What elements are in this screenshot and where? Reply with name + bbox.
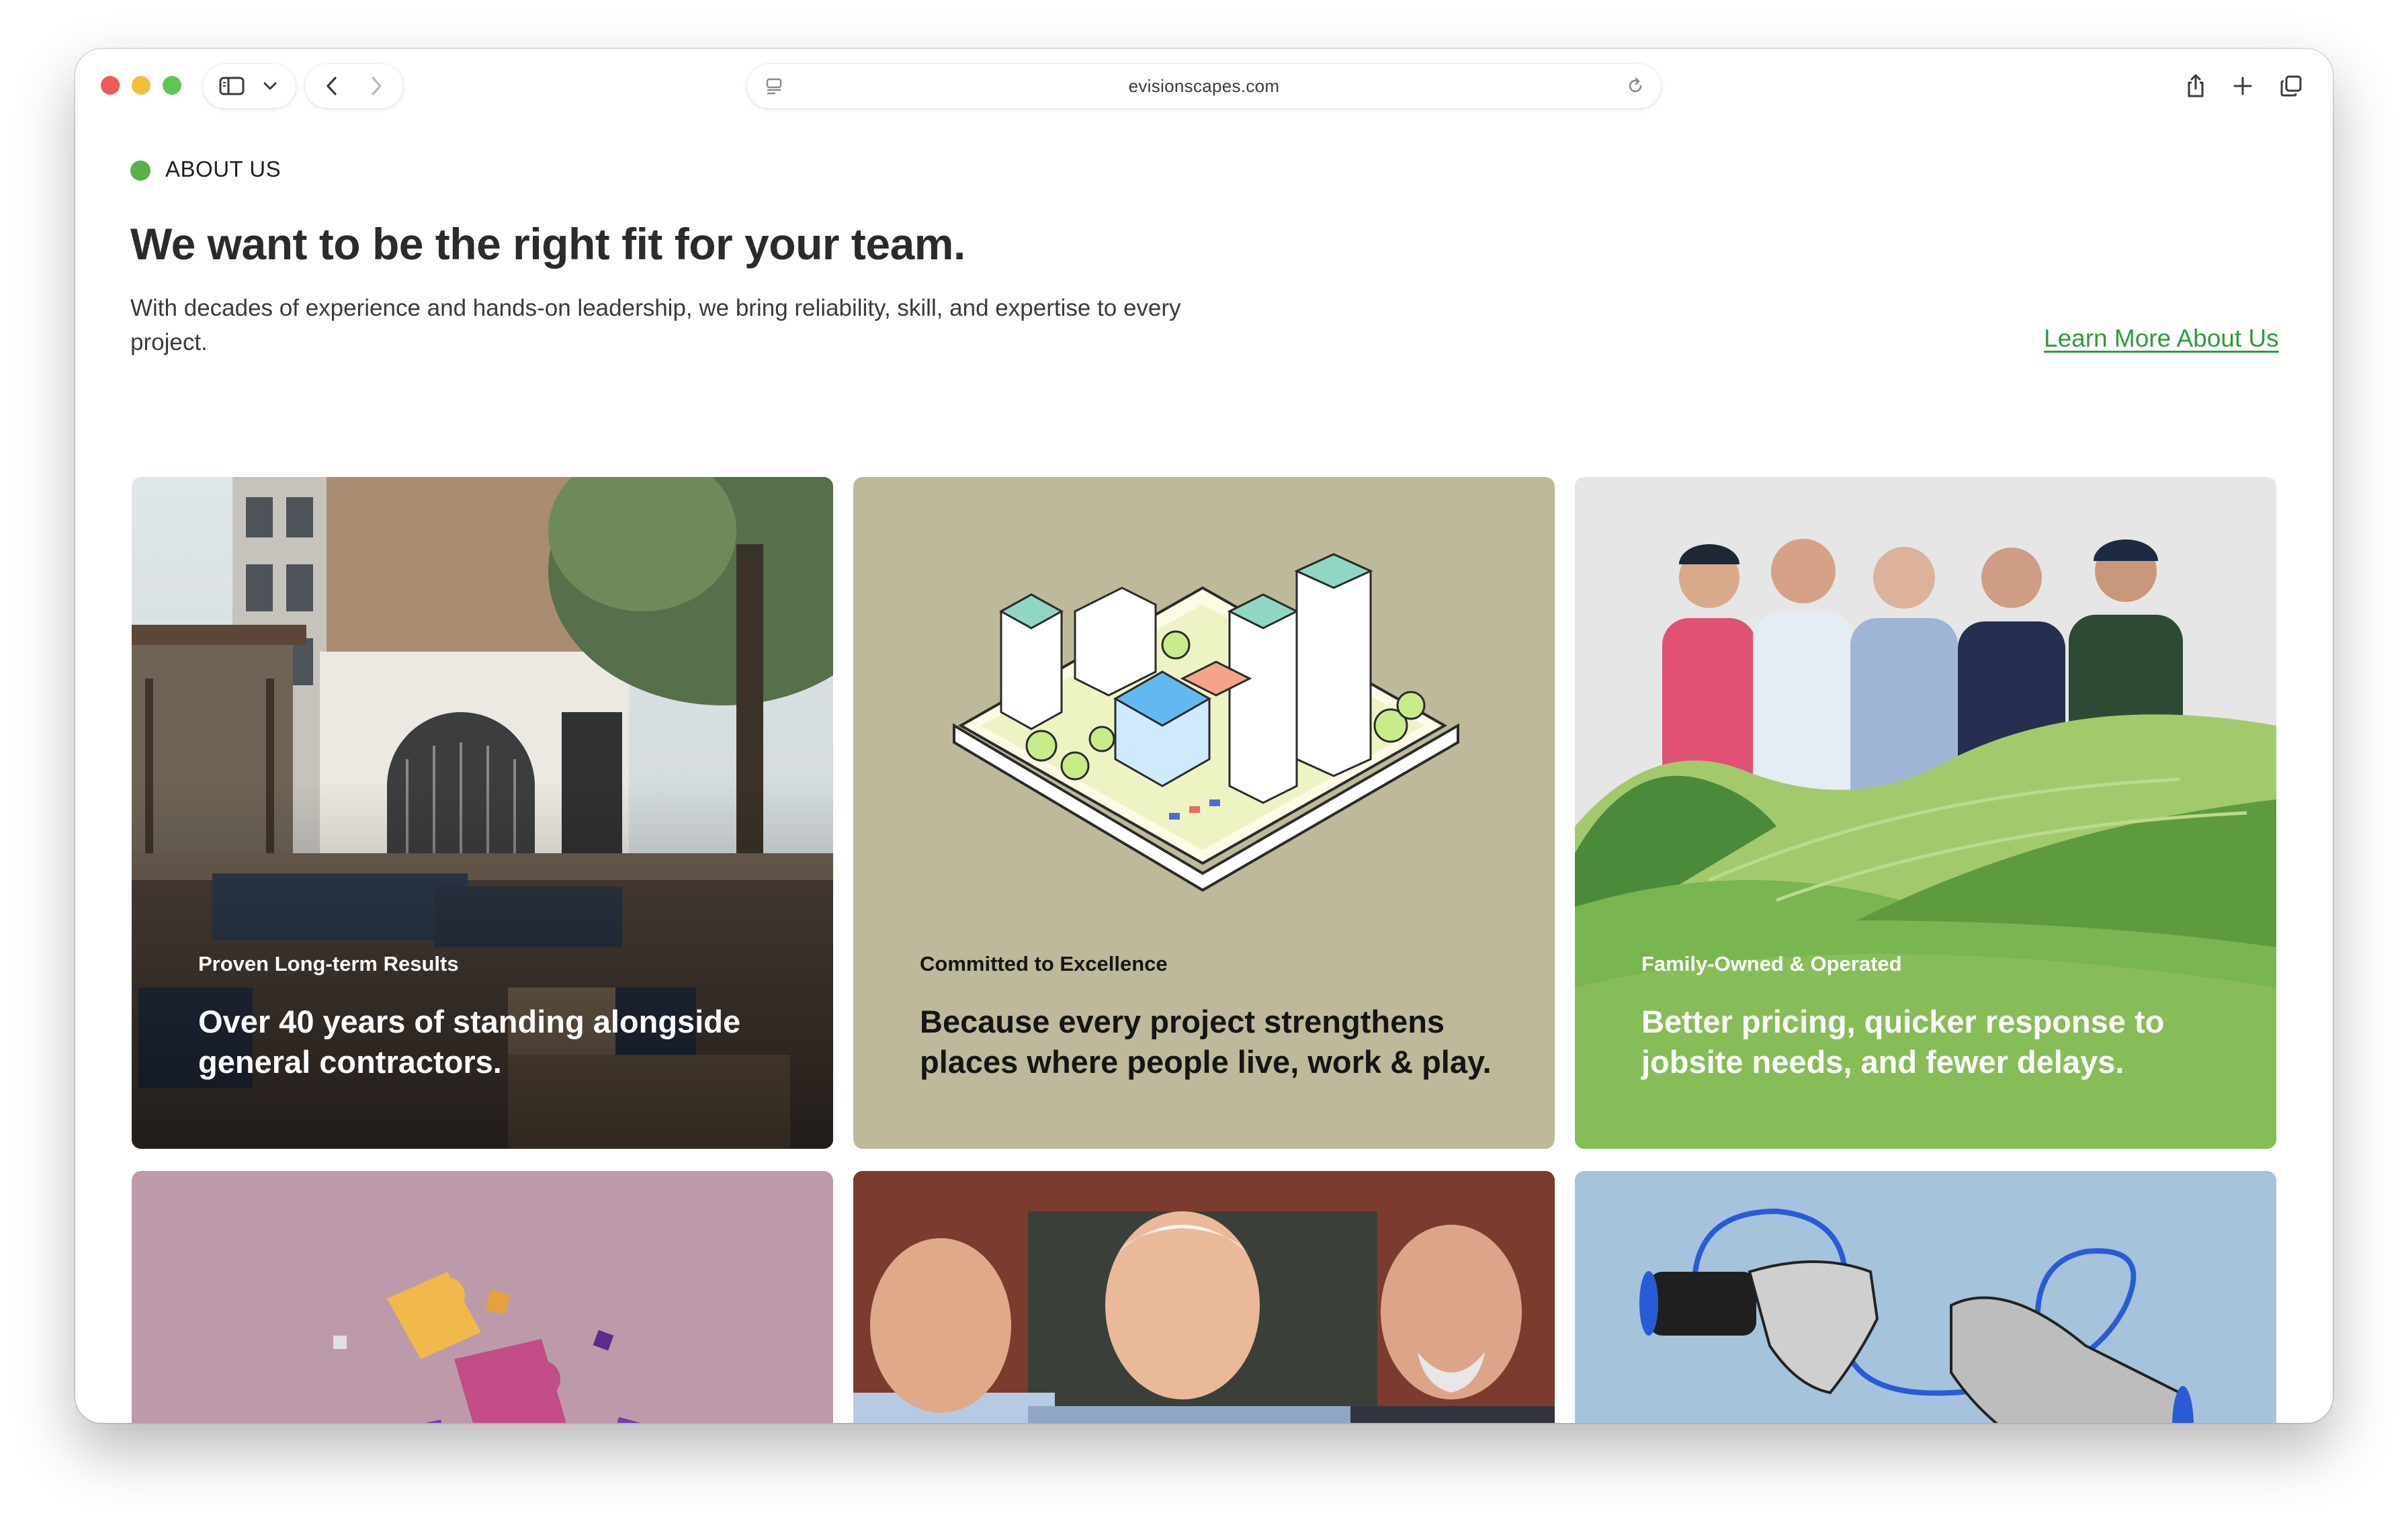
navigation-group [305, 64, 403, 108]
section-label: ABOUT US [165, 157, 282, 181]
section-indicator-dot [130, 161, 150, 181]
card-handshake[interactable] [1575, 1171, 2276, 1423]
card-long-term-results[interactable]: Proven Long-term Results Over 40 years o… [132, 477, 833, 1149]
url-text: evisionscapes.com [1128, 76, 1280, 96]
card-owners-portrait[interactable] [853, 1171, 1555, 1423]
chevron-down-icon[interactable] [255, 64, 285, 108]
card-title: Better pricing, quicker response to jobs… [1641, 1004, 2165, 1080]
learn-more-link[interactable]: Learn More About Us [2044, 324, 2279, 353]
browser-toolbar: evisionscapes.com [75, 49, 2333, 123]
sidebar-icon[interactable] [215, 64, 249, 108]
card-excellence[interactable]: Committed to Excellence Because every pr… [853, 477, 1555, 1149]
card-family-owned[interactable]: Family-Owned & Operated Better pricing, … [1575, 477, 2276, 1149]
intro-paragraph: With decades of experience and hands-on … [130, 295, 1181, 355]
zoom-window-button[interactable] [163, 76, 181, 95]
chevron-left-icon[interactable] [312, 64, 352, 108]
plus-icon[interactable] [2223, 64, 2263, 108]
chevron-right-icon[interactable] [356, 64, 396, 108]
minimize-window-button[interactable] [132, 76, 150, 95]
page-title: We want to be the right fit for your tea… [130, 219, 965, 269]
share-icon[interactable] [2176, 64, 2216, 108]
owners-portrait-photo [853, 1171, 1555, 1423]
tab-overview-icon[interactable] [2271, 64, 2311, 108]
card-eyebrow: Committed to Excellence [920, 952, 1168, 975]
sidebar-toggle-group [203, 64, 296, 108]
card-puzzle[interactable] [132, 1171, 833, 1423]
card-title: Over 40 years of standing alongside gene… [198, 1004, 741, 1080]
card-eyebrow: Proven Long-term Results [198, 952, 459, 975]
browser-window: evisionscapes.com ABOUT US We want to be… [75, 49, 2333, 1423]
toolbar-actions [2176, 64, 2317, 108]
handshake-illustration [1639, 1208, 2194, 1423]
address-bar[interactable]: evisionscapes.com [747, 64, 1661, 108]
card-eyebrow: Family-Owned & Operated [1641, 952, 1902, 975]
reload-icon[interactable] [1621, 64, 1650, 108]
close-window-button[interactable] [101, 76, 120, 95]
card-title: Because every project strengthens places… [920, 1004, 1492, 1080]
puzzle-pieces-illustration [333, 1272, 641, 1423]
